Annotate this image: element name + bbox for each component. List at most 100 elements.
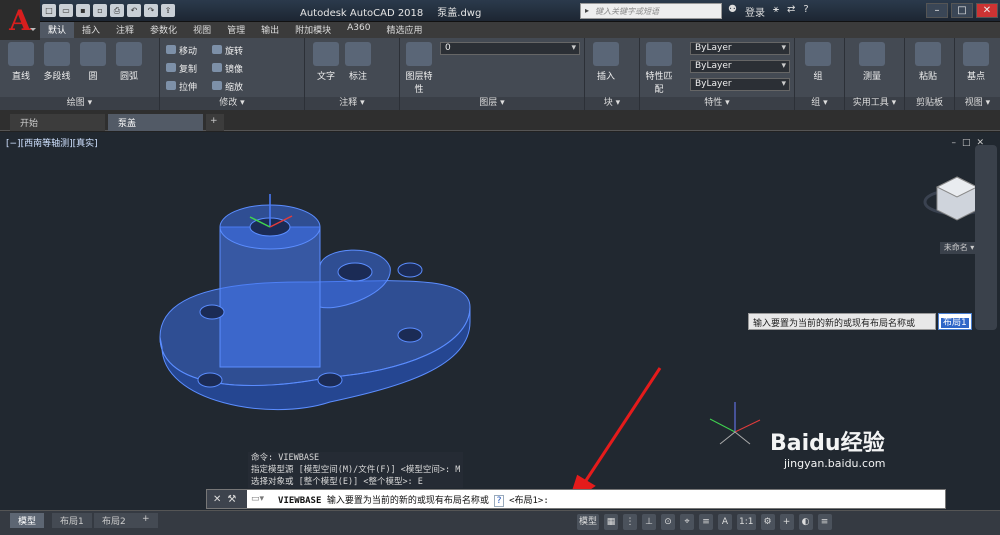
layer-dropdown[interactable]: 0 <box>440 42 580 55</box>
minimize-button[interactable]: – <box>926 3 948 18</box>
redo-icon[interactable]: ↷ <box>144 4 158 17</box>
print-icon[interactable]: ⎙ <box>110 4 124 17</box>
cart-icon[interactable]: ⚹ <box>773 4 779 19</box>
base-point-button[interactable]: 基点 <box>959 42 993 82</box>
dimension-button[interactable]: 标注 <box>341 42 375 82</box>
status-tools: 模型 ▦ ⋮ ⊥ ⊙ ⌖ ≡ A 1:1 ⚙ + ◐ ≡ <box>577 514 832 530</box>
annotation-scale-icon[interactable]: A <box>718 514 733 530</box>
mirror-button[interactable]: 镜像 <box>212 62 243 75</box>
layout-tab-model[interactable]: 模型 <box>10 513 45 528</box>
drawing-tab[interactable]: 泵盖 <box>108 114 203 131</box>
wrench-icon[interactable]: ⚒ <box>227 494 236 505</box>
layer-properties-button[interactable]: 图层特性 <box>402 42 436 95</box>
add-layout-button[interactable]: + <box>134 513 158 528</box>
navigation-bar[interactable] <box>975 145 997 330</box>
saveas-icon[interactable]: ▫ <box>93 4 107 17</box>
start-tab[interactable]: 开始 <box>10 114 105 131</box>
block-panel-label[interactable]: 块 ▾ <box>585 97 639 110</box>
isolate-icon[interactable]: ◐ <box>798 514 813 530</box>
search-input[interactable]: 键入关键字或短语 <box>580 3 722 19</box>
scale-button[interactable]: 缩放 <box>212 80 243 93</box>
status-bar: 模型 布局1 布局2 + 模型 ▦ ⋮ ⊥ ⊙ ⌖ ≡ A 1:1 ⚙ + ◐ … <box>0 510 1000 535</box>
snap-icon[interactable]: ⋮ <box>623 514 638 530</box>
tab-parametric[interactable]: 参数化 <box>142 22 185 38</box>
insert-block-icon <box>593 42 619 66</box>
match-properties-button[interactable]: 特性匹配 <box>642 42 676 95</box>
copy-button[interactable]: 复制 <box>166 62 197 75</box>
exchange-icon[interactable]: ⇄ <box>787 4 795 19</box>
model-space-button[interactable]: 模型 <box>577 514 600 530</box>
tab-insert[interactable]: 插入 <box>74 22 108 38</box>
tab-manage[interactable]: 管理 <box>219 22 253 38</box>
command-input-icon[interactable]: ▭▾ <box>251 494 264 504</box>
window-title: Autodesk AutoCAD 2018 泵盖.dwg <box>300 8 482 19</box>
linetype-dropdown[interactable]: ByLayer <box>690 60 790 73</box>
modify-panel-label[interactable]: 修改 ▾ <box>160 97 304 110</box>
command-line-tools: ✕ ⚒ <box>207 490 247 508</box>
tab-featured[interactable]: 精选应用 <box>378 22 430 38</box>
measure-button[interactable]: 测量 <box>855 42 889 82</box>
draw-panel-label[interactable]: 绘图 ▾ <box>0 97 159 110</box>
command-line[interactable]: ✕ ⚒ ▭▾ VIEWBASE 输入要置为当前的新的或现有布局名称或 ? <布局… <box>206 489 946 509</box>
close-icon[interactable]: ✕ <box>213 494 221 505</box>
rotate-button[interactable]: 旋转 <box>212 44 243 57</box>
application-menu-button[interactable]: A <box>0 0 40 40</box>
quick-access-toolbar: □ ▭ ▪ ▫ ⎙ ↶ ↷ ⇪ <box>42 4 175 17</box>
color-dropdown[interactable]: ByLayer <box>690 42 790 55</box>
maximize-button[interactable]: □ <box>951 3 973 18</box>
osnap-icon[interactable]: ⌖ <box>680 514 695 530</box>
scale-value[interactable]: 1:1 <box>737 514 756 530</box>
option-keyword[interactable]: ? <box>494 494 504 507</box>
user-icon[interactable]: ⚉ <box>728 4 737 19</box>
tab-output[interactable]: 输出 <box>253 22 287 38</box>
stretch-button[interactable]: 拉伸 <box>166 80 197 93</box>
layout-tab-1[interactable]: 布局1 <box>52 513 92 528</box>
login-button[interactable]: 登录 <box>745 4 765 19</box>
close-button[interactable]: ✕ <box>976 3 998 18</box>
move-button[interactable]: 移动 <box>166 44 197 57</box>
new-tab-button[interactable]: + <box>206 114 224 131</box>
tab-addins[interactable]: 附加模块 <box>287 22 339 38</box>
tab-a360[interactable]: A360 <box>339 22 378 38</box>
ortho-icon[interactable]: ⊥ <box>642 514 657 530</box>
new-icon[interactable]: □ <box>42 4 56 17</box>
dynamic-input-field[interactable]: 布局1 <box>938 313 972 330</box>
lineweight-icon[interactable]: ≡ <box>699 514 714 530</box>
line-button[interactable]: 直线 <box>4 42 38 82</box>
grid-icon[interactable]: ▦ <box>604 514 619 530</box>
annotation-panel-label[interactable]: 注释 ▾ <box>305 97 399 110</box>
help-icon[interactable]: ? <box>803 4 808 19</box>
watermark: Baidu经验 jingyan.baidu.com <box>770 431 886 470</box>
utilities-panel-label[interactable]: 实用工具 ▾ <box>845 97 904 110</box>
open-icon[interactable]: ▭ <box>59 4 73 17</box>
group-button[interactable]: 组 <box>801 42 835 82</box>
pump-cover-model <box>159 204 471 411</box>
paste-button[interactable]: 粘贴 <box>911 42 945 82</box>
circle-button[interactable]: 圆 <box>76 42 110 82</box>
text-button[interactable]: 文字 <box>309 42 343 82</box>
customize-icon[interactable]: ≡ <box>817 514 832 530</box>
undo-icon[interactable]: ↶ <box>127 4 141 17</box>
properties-panel-label[interactable]: 特性 ▾ <box>640 97 794 110</box>
tab-default[interactable]: 默认 <box>40 22 75 38</box>
plus-icon[interactable]: + <box>779 514 794 530</box>
polyline-button[interactable]: 多段线 <box>40 42 74 82</box>
insert-button[interactable]: 插入 <box>589 42 623 82</box>
arc-button[interactable]: 圆弧 <box>112 42 146 82</box>
gear-icon[interactable]: ⚙ <box>760 514 775 530</box>
view-panel-label[interactable]: 视图 ▾ <box>955 97 1000 110</box>
save-icon[interactable]: ▪ <box>76 4 90 17</box>
tab-annotate[interactable]: 注释 <box>108 22 142 38</box>
circle-icon <box>80 42 106 66</box>
lineweight-dropdown[interactable]: ByLayer <box>690 78 790 91</box>
command-history: 命令: VIEWBASE 指定模型源 [模型空间(M)/文件(F)] <模型空间… <box>248 452 464 488</box>
share-icon[interactable]: ⇪ <box>161 4 175 17</box>
tab-view[interactable]: 视图 <box>185 22 219 38</box>
wcs-menu[interactable]: 未命名 ▾ <box>940 242 978 254</box>
clipboard-panel-label[interactable]: 剪贴板 <box>905 97 954 110</box>
layout-tab-2[interactable]: 布局2 <box>94 513 134 528</box>
group-icon <box>805 42 831 66</box>
layers-panel-label[interactable]: 图层 ▾ <box>400 97 584 110</box>
polar-icon[interactable]: ⊙ <box>661 514 676 530</box>
groups-panel-label[interactable]: 组 ▾ <box>795 97 844 110</box>
